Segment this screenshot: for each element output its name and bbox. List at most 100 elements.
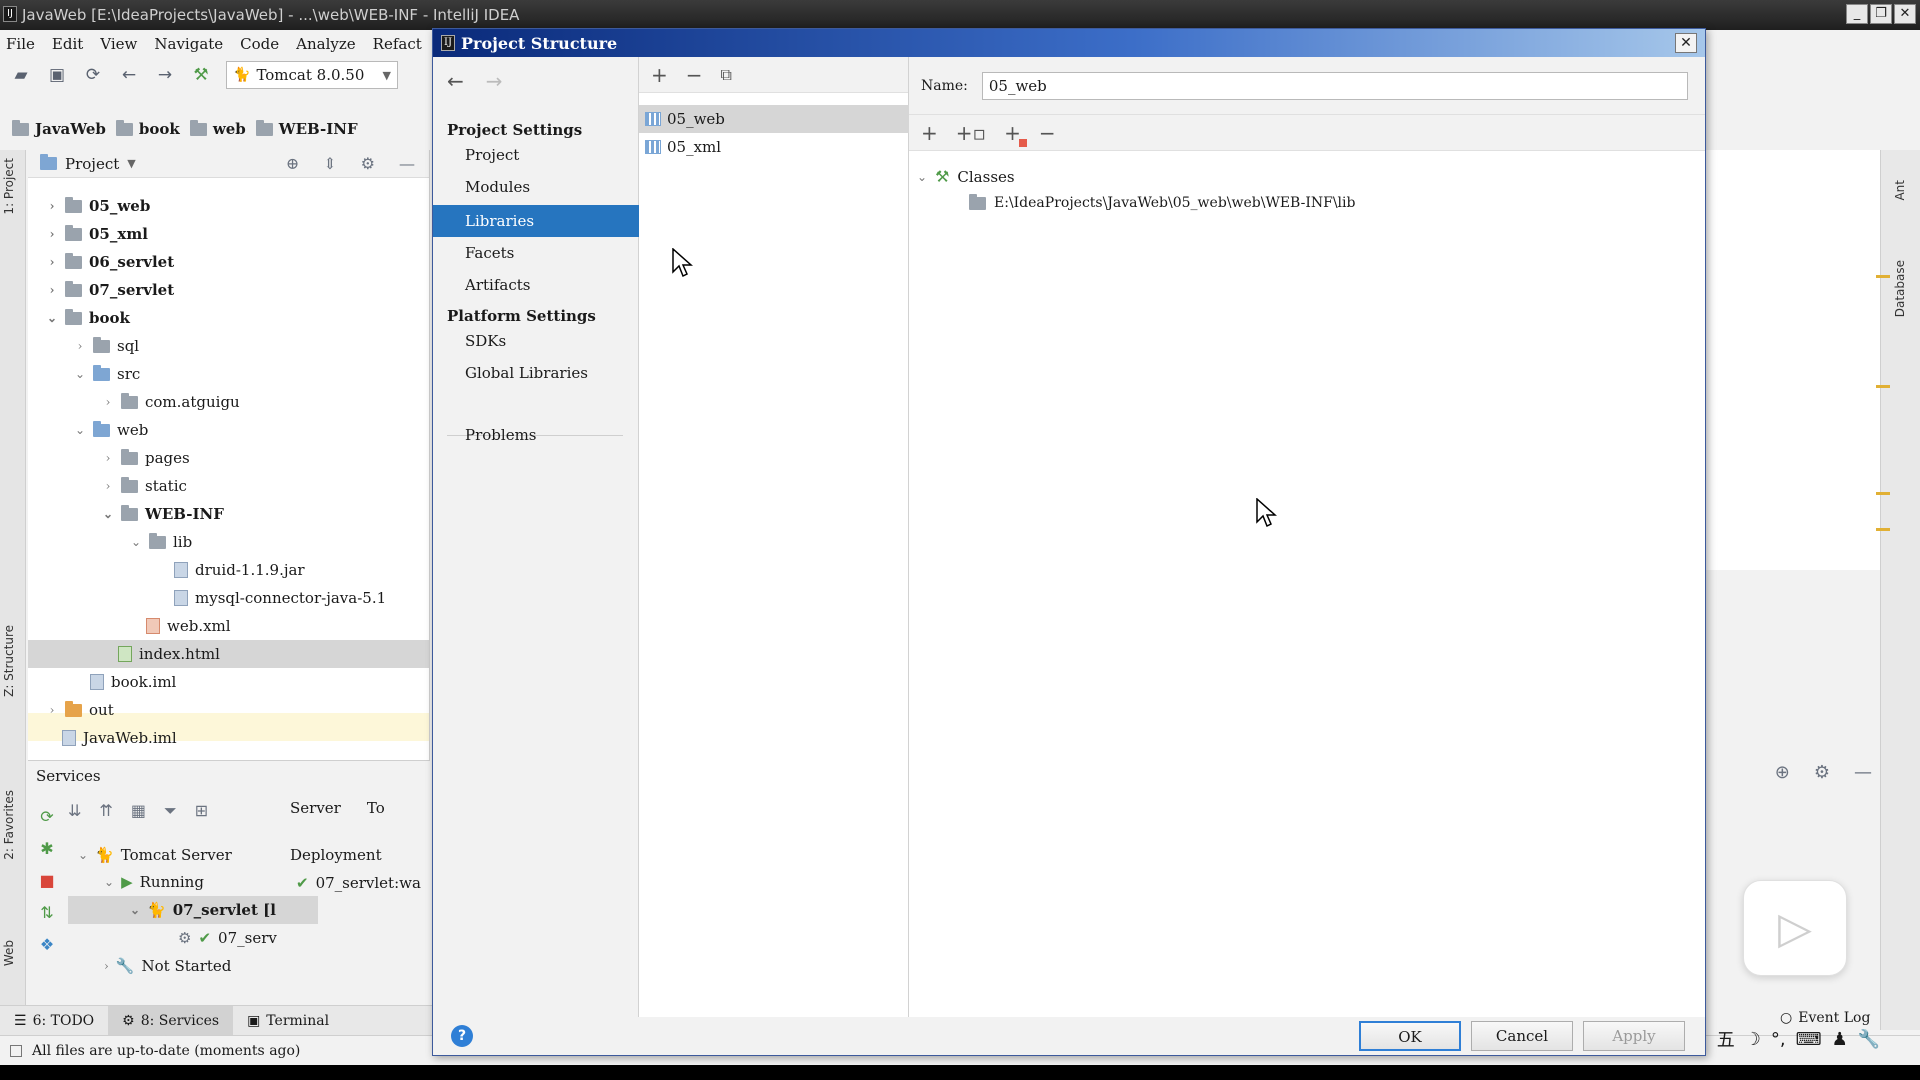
services-tree-row[interactable]: ⚙ ✔ 07_serv — [178, 924, 277, 952]
collapse-all-icon[interactable]: ⇕ — [323, 154, 336, 173]
stop-icon[interactable]: ■ — [36, 871, 58, 893]
classes-tree-node[interactable]: ⌄ ⚒ Classes — [917, 167, 1015, 186]
breadcrumb-item[interactable]: WEB-INF — [255, 119, 358, 138]
chevron-right-icon[interactable]: › — [46, 255, 58, 269]
status-panel-icon[interactable] — [10, 1044, 22, 1057]
chevron-right-icon[interactable]: › — [104, 959, 109, 973]
add-icon[interactable]: + — [921, 121, 938, 145]
stripe-mark[interactable] — [1876, 492, 1890, 495]
chevron-down-icon[interactable]: ▼ — [127, 157, 135, 170]
video-play-overlay[interactable]: ▷ — [1743, 880, 1847, 976]
wrench-icon[interactable]: 🔧 — [1858, 1029, 1880, 1050]
services-tree-row-selected[interactable]: ⌄ 🐈 07_servlet [l — [130, 896, 276, 924]
nav-item-sdks[interactable]: SDKs — [433, 325, 639, 357]
add-root-icon[interactable]: +▫ — [956, 121, 986, 145]
tab-terminal[interactable]: ▣ Terminal — [233, 1006, 343, 1036]
copy-icon[interactable]: ⧉ — [721, 65, 732, 85]
remove-icon[interactable]: − — [1039, 121, 1056, 145]
tool-tab-structure[interactable]: Z: Structure — [2, 625, 16, 697]
tool-tab-ant[interactable]: Ant — [1893, 180, 1907, 201]
tree-row[interactable]: ⌄ src — [74, 360, 140, 388]
close-icon[interactable]: ✕ — [1675, 33, 1697, 53]
menu-refactor[interactable]: Refact — [373, 30, 422, 58]
gear-icon[interactable]: ⚙ — [361, 154, 375, 173]
save-icon[interactable]: ▣ — [46, 64, 68, 86]
gear-icon[interactable]: ⚙ — [1814, 762, 1830, 783]
exclude-icon[interactable]: + — [1004, 121, 1027, 147]
chevron-right-icon[interactable]: › — [46, 199, 58, 213]
chevron-right-icon[interactable]: › — [102, 395, 114, 409]
nav-item-libraries[interactable]: Libraries — [433, 205, 639, 237]
chevron-down-icon[interactable]: ⌄ — [104, 875, 114, 889]
tree-row[interactable]: › sql — [74, 332, 139, 360]
tree-row[interactable]: ⌄ book — [46, 304, 130, 332]
tree-row[interactable]: web.xml — [146, 612, 231, 640]
menu-file[interactable]: File — [6, 30, 35, 58]
tree-row[interactable]: › 07_servlet — [46, 276, 174, 304]
forward-arrow-icon[interactable]: → — [486, 69, 503, 93]
chevron-down-icon[interactable]: ⌄ — [102, 507, 114, 521]
tool-tab-favorites[interactable]: 2: Favorites — [2, 790, 16, 860]
chevron-down-icon[interactable]: ⌄ — [74, 423, 86, 437]
back-arrow-icon[interactable]: ← — [447, 69, 464, 93]
update-icon[interactable]: ⇅ — [36, 903, 58, 925]
punctuation-icon[interactable]: °, — [1771, 1029, 1786, 1050]
menu-code[interactable]: Code — [240, 30, 279, 58]
tool-tab-database[interactable]: Database — [1893, 260, 1907, 317]
tool-tab-web[interactable]: Web — [2, 940, 16, 966]
stripe-mark[interactable] — [1876, 385, 1890, 388]
moon-icon[interactable]: ☽ — [1745, 1029, 1761, 1050]
tree-row[interactable]: › out — [46, 696, 114, 724]
run-configuration-select[interactable]: 🐈 Tomcat 8.0.50 ▼ — [226, 61, 398, 89]
chevron-right-icon[interactable]: › — [102, 451, 114, 465]
locate-icon[interactable]: ⊕ — [1775, 762, 1790, 783]
breadcrumb-item[interactable]: web — [189, 119, 246, 138]
chevron-down-icon[interactable]: ⌄ — [78, 848, 88, 862]
breadcrumb-item[interactable]: book — [115, 119, 180, 138]
tree-row[interactable]: mysql-connector-java-5.1 — [174, 584, 386, 612]
cancel-button[interactable]: Cancel — [1471, 1021, 1573, 1051]
tab-server[interactable]: Server — [290, 799, 341, 817]
tab-todo[interactable]: ☰ 6: TODO — [0, 1006, 108, 1036]
hide-icon[interactable]: — — [399, 154, 415, 173]
add-icon[interactable]: + — [651, 63, 668, 87]
project-panel-title[interactable]: Project — [65, 155, 119, 173]
deploy-icon[interactable]: ❖ — [36, 935, 58, 957]
help-icon[interactable]: ? — [451, 1025, 473, 1047]
services-tree-row[interactable]: ⌄ ▶ Running — [104, 868, 204, 896]
tab-tomcat-log[interactable]: To — [367, 799, 385, 817]
ok-button[interactable]: OK — [1359, 1021, 1461, 1051]
tool-tab-project[interactable]: 1: Project — [2, 158, 16, 215]
ime-mode-indicator[interactable]: 五 — [1717, 1026, 1735, 1052]
tree-row-selected[interactable]: ⌄ WEB-INF — [102, 500, 224, 528]
tree-row[interactable]: ⌄ web — [74, 416, 148, 444]
sync-icon[interactable]: ⟳ — [82, 64, 104, 86]
stripe-mark[interactable] — [1876, 275, 1890, 278]
tree-row[interactable]: › pages — [102, 444, 190, 472]
tree-row[interactable]: › com.atguigu — [102, 388, 240, 416]
forward-icon[interactable]: → — [154, 64, 176, 86]
nav-item-modules[interactable]: Modules — [433, 171, 639, 203]
services-tree-row[interactable]: ⌄ 🐈 Tomcat Server — [78, 841, 232, 869]
tree-row[interactable]: JavaWeb.iml — [62, 724, 177, 752]
open-folder-icon[interactable]: ▰ — [10, 64, 32, 86]
tree-row[interactable]: index.html — [118, 640, 220, 668]
chevron-down-icon[interactable]: ⌄ — [74, 367, 86, 381]
nav-item-artifacts[interactable]: Artifacts — [433, 269, 639, 301]
filter-icon[interactable]: ⏷ — [164, 801, 177, 821]
services-tree-row[interactable]: › 🔧 Not Started — [104, 952, 231, 980]
tree-row[interactable]: › static — [102, 472, 187, 500]
tree-row[interactable]: › 05_web — [46, 192, 150, 220]
chevron-right-icon[interactable]: › — [102, 479, 114, 493]
collapse-all-icon[interactable]: ⇈ — [99, 801, 112, 821]
menu-analyze[interactable]: Analyze — [296, 30, 356, 58]
build-hammer-icon[interactable]: ⚒ — [190, 64, 212, 86]
close-window-icon[interactable]: ✕ — [1894, 4, 1916, 24]
menu-view[interactable]: View — [100, 30, 137, 58]
rerun-icon[interactable]: ⟳ — [36, 807, 58, 829]
nav-item-global-libraries[interactable]: Global Libraries — [433, 357, 639, 389]
chevron-down-icon[interactable]: ⌄ — [130, 903, 140, 917]
stripe-mark[interactable] — [1876, 528, 1890, 531]
library-name-input[interactable]: 05_web — [981, 71, 1688, 100]
group-icon[interactable]: ▦ — [131, 801, 146, 821]
